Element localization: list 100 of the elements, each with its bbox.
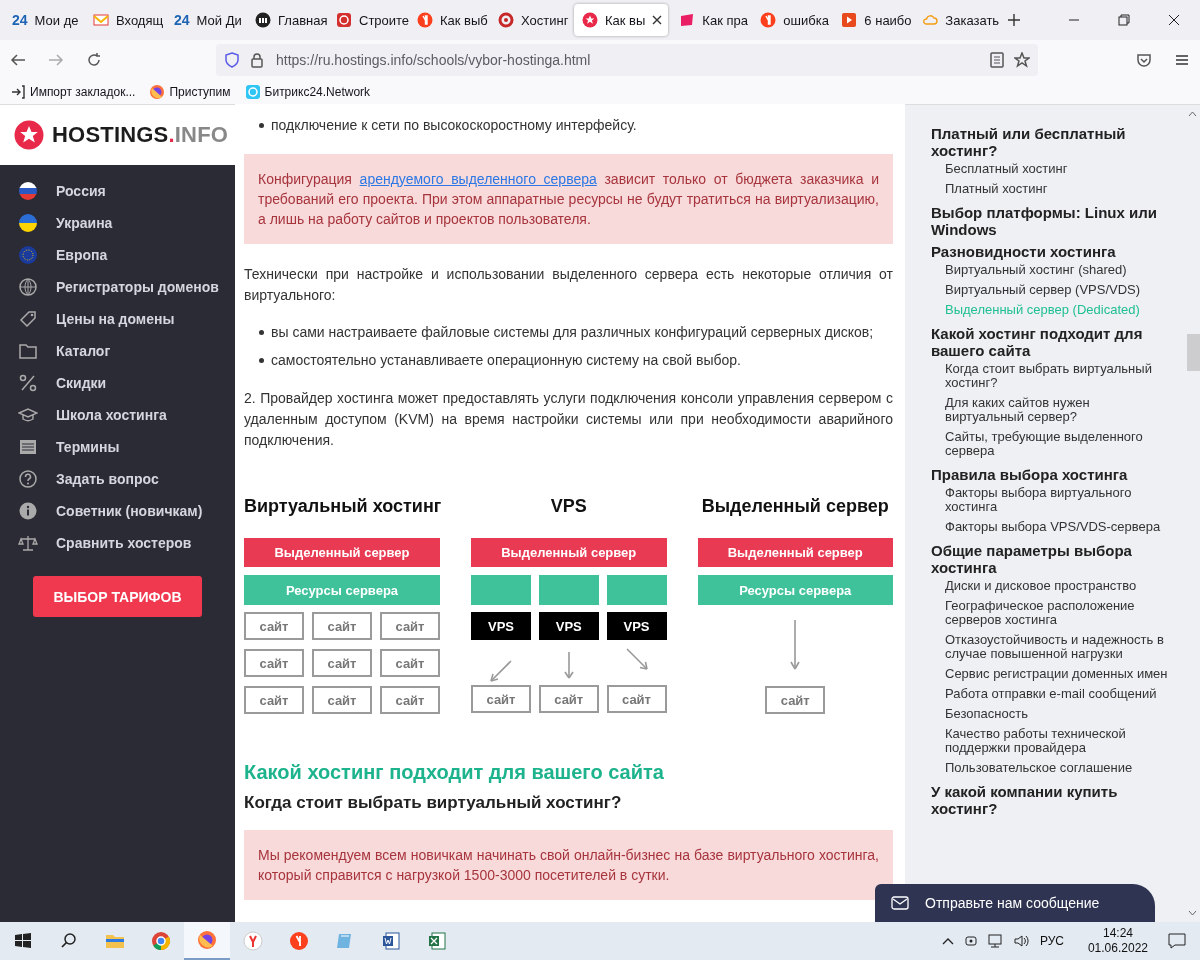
new-tab-icon[interactable] — [1007, 13, 1022, 27]
sidebar-item[interactable]: Европа — [0, 239, 235, 271]
bullet-icon — [259, 122, 264, 128]
browser-tab[interactable]: ошибка — [752, 4, 834, 36]
spreadsheet-icon — [427, 931, 447, 951]
sidebar-item[interactable]: Украина — [0, 207, 235, 239]
close-icon[interactable] — [652, 15, 663, 25]
network-icon[interactable] — [987, 934, 1004, 948]
address-bar[interactable]: https://ru.hostings.info/schools/vybor-hostinga.html — [216, 44, 1038, 76]
toc-heading[interactable]: Общие параметры выбора хостинга — [931, 537, 1171, 576]
sidebar-item[interactable]: Скидки — [0, 367, 235, 399]
callout-text: Конфигурация арендуемого выделенного сервера зависит только от бюджета заказчика и требований его проекта. При этом аппаратные ресурсы не будут тратиться на виртуализацию, а лишь на работу сайтов и проектов пользователя. — [244, 154, 893, 244]
browser-tab[interactable]: Как выб — [409, 4, 490, 36]
toc-heading[interactable]: Какой хостинг подходит для вашего сайта — [931, 320, 1171, 359]
browser-tab[interactable]: Хостинг — [490, 4, 571, 36]
site-box: сайт — [312, 686, 372, 714]
ring-icon — [498, 12, 514, 28]
bookmark[interactable]: Импорт закладок... — [10, 84, 136, 100]
browser-tab[interactable]: Как пра — [671, 4, 753, 36]
scrollbar-thumb[interactable] — [1187, 334, 1200, 371]
toc-link[interactable]: Сервис регистрации доменных имен — [931, 664, 1171, 684]
play-icon — [841, 12, 858, 28]
flag-icon — [18, 181, 38, 201]
sidebar-item[interactable]: Школа хостинга — [0, 399, 235, 431]
site-box: сайт — [312, 649, 372, 677]
toc-heading[interactable]: Платный или бесплатный хостинг? — [931, 120, 1171, 159]
browser-tab[interactable]: Входящ — [85, 4, 166, 36]
chat-button[interactable]: Отправьте нам сообщение — [875, 884, 1155, 922]
bookmark-star-icon[interactable] — [1014, 52, 1030, 68]
clock-date[interactable]: 01.06.2022 — [1087, 941, 1148, 956]
browser-tab[interactable]: Как вы — [574, 4, 669, 36]
speaker-icon[interactable] — [1013, 934, 1030, 948]
bookmark[interactable]: Приступим — [149, 84, 231, 100]
sidebar-item[interactable]: Советник (новичкам) — [0, 495, 235, 527]
reader-icon[interactable] — [990, 52, 1004, 68]
folder-icon — [18, 341, 38, 361]
round-logo-icon — [760, 12, 777, 28]
clock-time[interactable]: 14:24 — [1102, 926, 1133, 941]
toc-link[interactable]: Сайты, требующие выделенного сервера — [931, 427, 1171, 461]
browser-tab[interactable]: 6 наибо — [833, 4, 915, 36]
toc-link[interactable]: Когда стоит выбрать виртуальный хостинг? — [931, 359, 1171, 393]
toc-heading[interactable]: Выбор платформы: Linux или Windows — [931, 199, 1171, 238]
flag-icon — [18, 213, 38, 233]
browser-tab[interactable]: 24 Мой Ди — [166, 4, 247, 36]
camera-icon[interactable] — [963, 934, 978, 948]
callout-text: Мы рекомендуем всем новичкам начинать свой онлайн-бизнес на базе виртуального хостинга, который справится с нагрузкой 1500-3000 посетителей в сутки. — [244, 830, 893, 900]
reload-icon[interactable] — [86, 52, 102, 68]
back-icon[interactable] — [10, 52, 26, 68]
toc-link[interactable]: Безопасность — [931, 704, 1171, 724]
resource-block — [538, 575, 599, 605]
close-icon[interactable] — [1168, 14, 1180, 26]
toc-link[interactable]: Диски и дисковое пространство — [931, 576, 1171, 596]
browser-tab[interactable]: Строите — [328, 4, 409, 36]
site-box: сайт — [244, 612, 304, 640]
toc-link[interactable]: Работа отправки e-mail сообщений — [931, 684, 1171, 704]
language-indicator[interactable]: РУС — [1039, 934, 1064, 948]
toc-link[interactable]: Факторы выбора виртуального хостинга — [931, 483, 1171, 517]
toc-link[interactable]: Пользовательское соглашение — [931, 758, 1171, 778]
toc-link[interactable]: Виртуальный хостинг (shared) — [931, 260, 1171, 280]
sidebar-item[interactable]: Россия — [0, 175, 235, 207]
arrow — [563, 651, 574, 679]
question-icon — [18, 469, 38, 489]
toc-heading[interactable]: Правила выбора хостинга — [931, 461, 1171, 483]
sidebar-item[interactable]: Задать вопрос — [0, 463, 235, 495]
scroll-up-icon[interactable] — [1188, 111, 1197, 117]
toc-link[interactable]: Платный хостинг — [931, 179, 1171, 199]
sidebar-item[interactable]: Регистраторы доменов — [0, 271, 235, 303]
notifications-icon[interactable] — [1168, 933, 1186, 949]
restore-icon[interactable] — [1118, 14, 1130, 26]
site-box: сайт — [312, 612, 372, 640]
toc-link[interactable]: Географическое расположение серверов хостинга — [931, 596, 1171, 630]
server-bar: Выделенный сервер — [244, 538, 440, 567]
toc-heading[interactable]: Разновидности хостинга — [931, 238, 1171, 260]
site-box: сайт — [606, 685, 667, 713]
menu-icon[interactable] — [1174, 52, 1190, 68]
site-box: сайт — [765, 686, 826, 714]
toc-link[interactable]: Факторы выбора VPS/VDS-сервера — [931, 517, 1171, 537]
sidebar-item[interactable]: Термины — [0, 431, 235, 463]
toc-link[interactable]: Бесплатный хостинг — [931, 159, 1171, 179]
toc-link[interactable]: Отказоустойчивость и надежность в случае повышенной нагрузки — [931, 630, 1171, 664]
diagram-title: Выделенный сервер — [700, 496, 890, 518]
scroll-down-icon[interactable] — [1188, 910, 1197, 916]
chevron-up-icon[interactable] — [941, 937, 954, 945]
browser-tab[interactable]: 24 Мои де — [4, 4, 85, 36]
sidebar-item[interactable]: Цены на домены — [0, 303, 235, 335]
info-icon — [18, 501, 38, 521]
tab-favicon: 24 — [174, 12, 190, 28]
sidebar-item[interactable]: Сравнить хостеров — [0, 527, 235, 559]
browser-tab[interactable]: Главная — [247, 4, 328, 36]
bookmark[interactable]: Битрикс24.Network — [244, 84, 371, 100]
tariffs-button[interactable]: ВЫБОР ТАРИФОВ — [33, 576, 202, 617]
toc-heading[interactable]: У какой компании купить хостинг? — [931, 778, 1171, 817]
toc-link[interactable]: Для каких сайтов нужен виртуальный сервер? — [931, 393, 1171, 427]
toc-link[interactable]: Виртуальный сервер (VPS/VDS) — [931, 280, 1171, 300]
pocket-icon[interactable] — [1136, 52, 1152, 68]
logo-text[interactable]: HOSTINGS.INFO — [52, 122, 229, 148]
toc-link[interactable]: Качество работы технической поддержки провайдера — [931, 724, 1171, 758]
diagram-title: VPS — [549, 496, 588, 518]
import-icon — [10, 84, 26, 100]
sidebar-item[interactable]: Каталог — [0, 335, 235, 367]
